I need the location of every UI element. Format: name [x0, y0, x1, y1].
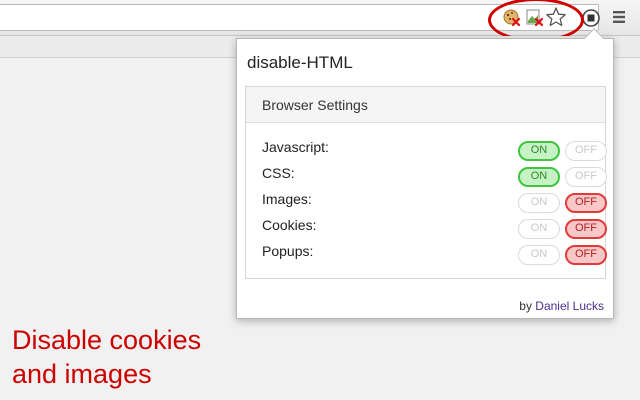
setting-label: Popups:: [262, 243, 314, 259]
menu-icon[interactable]: [612, 10, 626, 24]
setting-label: Cookies:: [262, 217, 317, 233]
cookies-off-button[interactable]: OFF: [565, 219, 607, 239]
cookies-on-button[interactable]: ON: [518, 219, 560, 239]
javascript-on-button[interactable]: ON: [518, 141, 560, 161]
author-link[interactable]: Daniel Lucks: [535, 299, 604, 313]
setting-row-cookies: Cookies: ON OFF: [262, 217, 607, 239]
credit-prefix: by: [519, 299, 532, 313]
javascript-off-button[interactable]: OFF: [565, 141, 607, 161]
browser-toolbar: [0, 0, 640, 42]
setting-row-popups: Popups: ON OFF: [262, 243, 607, 265]
caption-line-1: Disable cookies: [12, 325, 202, 355]
css-off-button[interactable]: OFF: [565, 167, 607, 187]
extension-popup: disable-HTML Browser Settings Javascript…: [236, 28, 614, 319]
author-credit: by Daniel Lucks: [519, 299, 604, 313]
images-off-button[interactable]: OFF: [565, 193, 607, 213]
caption-line-2: and images: [12, 359, 152, 389]
setting-row-css: CSS: ON OFF: [262, 165, 607, 187]
extension-action-icon[interactable]: [582, 9, 600, 27]
panel-heading: Browser Settings: [246, 87, 605, 123]
setting-row-javascript: Javascript: ON OFF: [262, 139, 607, 161]
setting-label: Images:: [262, 191, 312, 207]
css-on-button[interactable]: ON: [518, 167, 560, 187]
settings-panel: Browser Settings Javascript: ON OFF CSS:…: [245, 86, 607, 279]
popup-title: disable-HTML: [247, 53, 353, 72]
popups-on-button[interactable]: ON: [518, 245, 560, 265]
popups-off-button[interactable]: OFF: [565, 245, 607, 265]
promo-caption: Disable cookies and images: [12, 323, 201, 391]
setting-row-images: Images: ON OFF: [262, 191, 607, 213]
setting-label: Javascript:: [262, 139, 329, 155]
setting-label: CSS:: [262, 165, 295, 181]
images-on-button[interactable]: ON: [518, 193, 560, 213]
